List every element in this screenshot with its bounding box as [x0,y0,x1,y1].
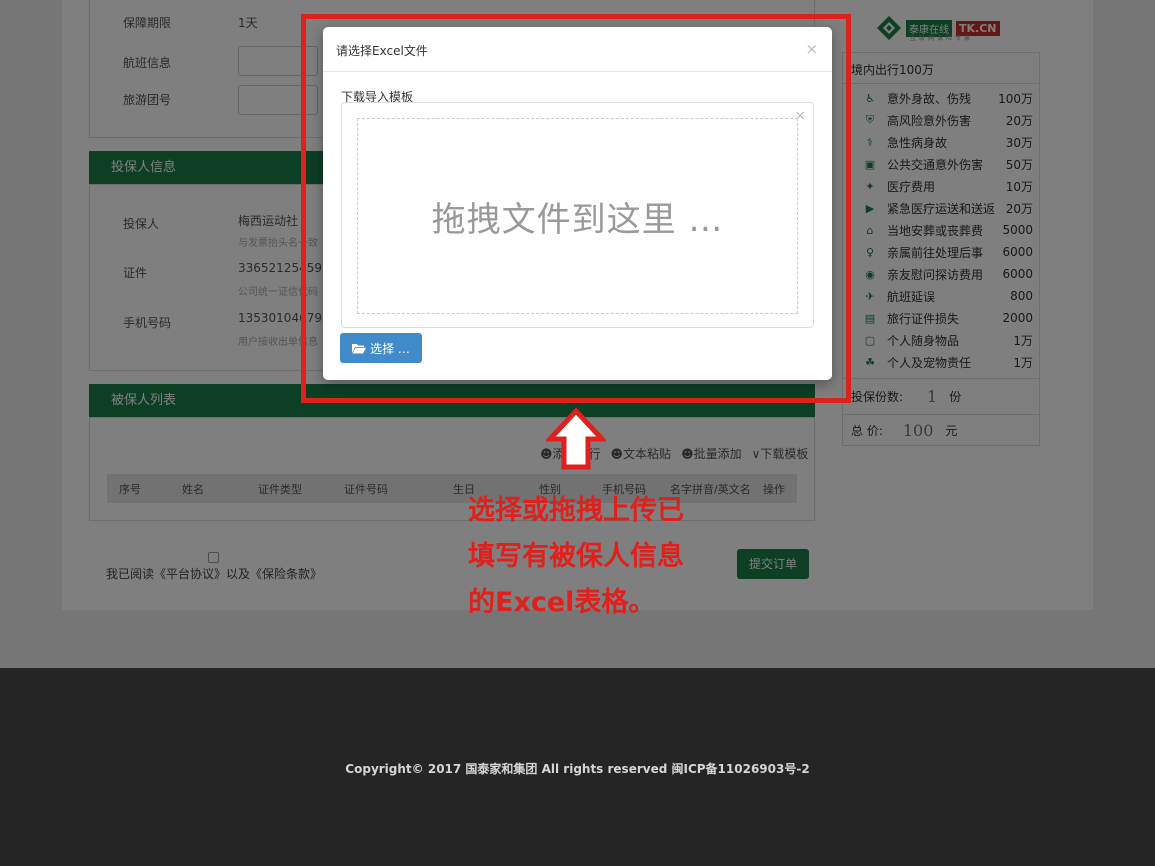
footer: Copyright© 2017 国泰家和集团 All rights reserv… [0,668,1155,866]
annotation-line: 的Excel表格。 [468,587,656,618]
annotation-line: 选择或拖拽上传已 [468,495,684,526]
annotation-frame [301,14,851,403]
annotation-line: 填写有被保人信息 [468,541,684,572]
copyright-text: Copyright© 2017 国泰家和集团 All rights reserv… [345,762,810,776]
up-arrow-icon [546,407,606,470]
annotation-text: 选择或拖拽上传已 填写有被保人信息 的Excel表格。 [468,488,728,626]
